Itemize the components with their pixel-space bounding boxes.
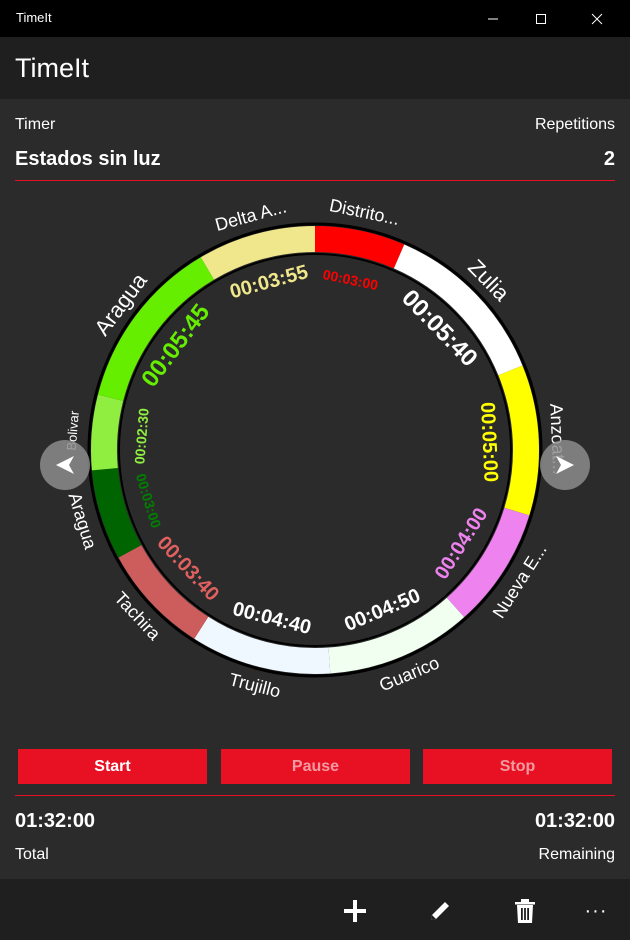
pause-button[interactable]: Pause (221, 749, 410, 784)
segment-time: 00:02:30 (131, 407, 151, 464)
segment-time: 00:03:00 (133, 472, 165, 530)
timer-dial: Distrito...ZuliaAnzoat...Nueva E...Guari… (64, 195, 570, 702)
repetitions-value[interactable]: 2 (604, 148, 615, 171)
controls-divider (15, 795, 615, 796)
minimize-icon (488, 18, 498, 19)
app-heading: TimeIt (15, 53, 89, 83)
minimize-button[interactable] (470, 0, 516, 37)
total-time: 01:32:00 (15, 810, 96, 832)
segment-name: Trujillo (227, 669, 283, 701)
app-header: TimeIt (0, 37, 630, 99)
pencil-icon (431, 902, 449, 920)
window-titlebar: TimeIt (0, 0, 630, 37)
remaining-label: Remaining (538, 846, 615, 863)
close-icon (591, 13, 603, 24)
edit-button[interactable] (416, 887, 464, 935)
timer-label: Timer (15, 116, 56, 133)
segment-arc[interactable] (91, 394, 124, 471)
total-label: Total (15, 846, 49, 863)
close-button[interactable] (574, 0, 620, 37)
more-button[interactable]: ··· (572, 887, 620, 935)
segment-time: 00:03:55 (227, 261, 310, 303)
segment-time: 00:05:00 (476, 402, 502, 483)
repetitions-label: Repetitions (534, 116, 615, 133)
remaining-time: 01:32:00 (534, 810, 615, 832)
segment-arc[interactable] (498, 365, 539, 516)
delete-button[interactable] (501, 887, 549, 935)
maximize-button[interactable] (518, 0, 564, 37)
stop-button[interactable]: Stop (423, 749, 612, 784)
timer-name[interactable]: Estados sin luz (15, 148, 161, 171)
previous-button[interactable] (40, 440, 90, 490)
next-button[interactable] (540, 440, 590, 490)
maximize-icon (536, 13, 546, 24)
plus-icon (344, 900, 366, 922)
command-bar: ··· (0, 879, 630, 940)
header-divider (15, 180, 615, 181)
trash-icon (515, 899, 535, 923)
arrow-left-icon (56, 456, 74, 474)
arrow-right-icon (556, 456, 574, 474)
add-button[interactable] (331, 887, 379, 935)
window-title: TimeIt (16, 10, 52, 25)
start-button[interactable]: Start (18, 749, 207, 784)
segment-time: 00:03:00 (321, 266, 379, 293)
